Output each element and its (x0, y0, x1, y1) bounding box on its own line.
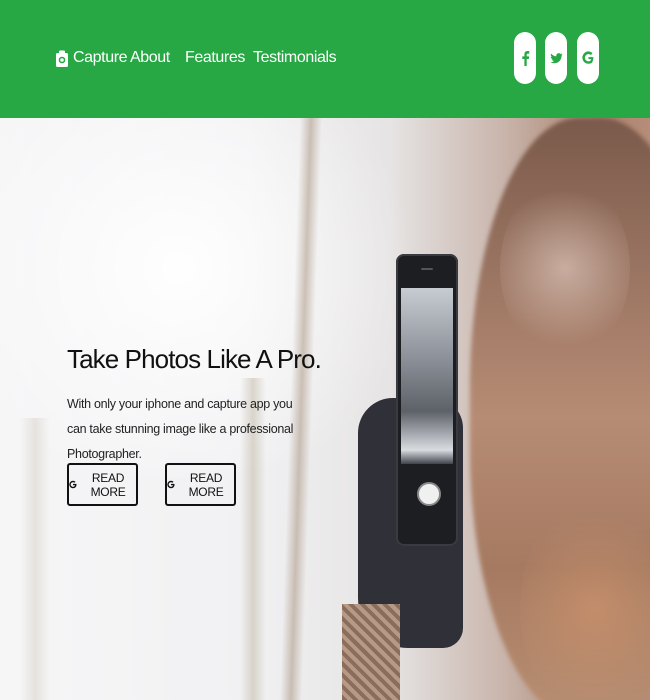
facebook-button[interactable] (514, 32, 536, 84)
nav-link-features[interactable]: Features (185, 47, 245, 69)
hero-section: Take Photos Like A Pro. With only your i… (0, 118, 650, 700)
read-more-button-1[interactable]: READ MORE (67, 463, 138, 506)
brand-label: Capture (73, 49, 128, 66)
read-more-label: READ MORE (188, 470, 224, 499)
twitter-button[interactable] (545, 32, 567, 84)
top-navbar: Capture About Features Testimonials (0, 0, 650, 118)
google-button[interactable] (577, 32, 599, 84)
nav-link-about[interactable]: About (130, 47, 170, 69)
camera-icon (56, 50, 68, 67)
nav-link-testimonials[interactable]: Testimonials (253, 47, 337, 69)
google-icon (167, 480, 175, 489)
brand-link[interactable]: Capture (56, 47, 128, 69)
hero-subtitle: With only your iphone and capture app yo… (67, 397, 294, 461)
google-icon (69, 480, 77, 489)
read-more-label: READ MORE (90, 470, 126, 499)
hero-title: Take Photos Like A Pro. (67, 344, 322, 374)
google-icon (581, 51, 593, 64)
facebook-icon (521, 51, 529, 66)
phone-image (396, 254, 458, 546)
read-more-button-2[interactable]: READ MORE (165, 463, 236, 506)
twitter-icon (549, 53, 563, 64)
